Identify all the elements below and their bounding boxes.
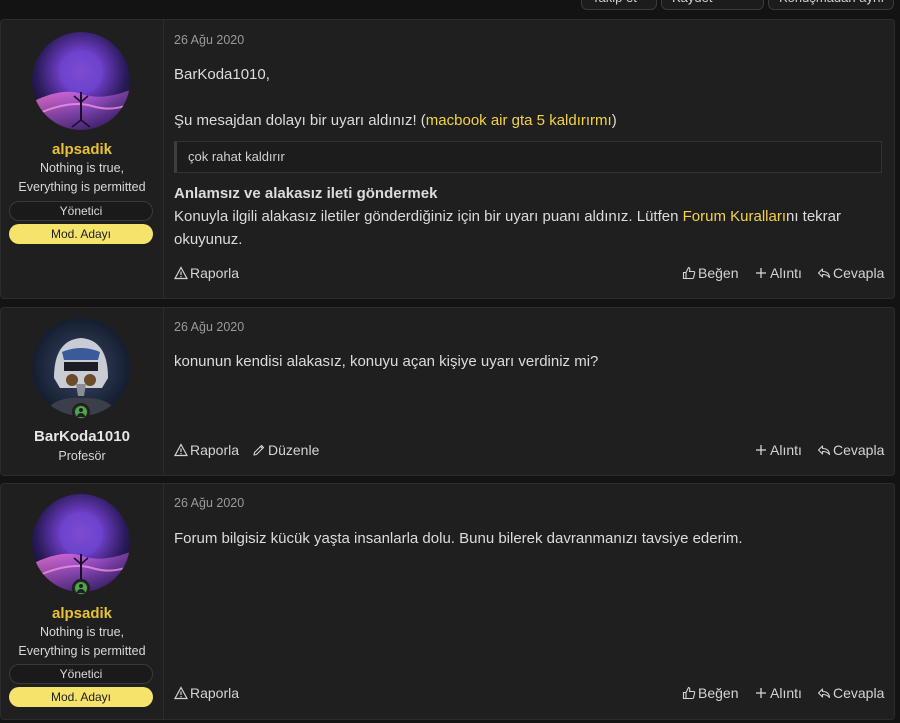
- warning-prefix: Şu mesajdan dolayı bir uyarı aldınız! (: [174, 112, 426, 129]
- username[interactable]: alpsadik: [1, 141, 163, 158]
- user-banner-badge: Mod. Adayı: [9, 687, 153, 707]
- quote-label: Alıntı: [770, 442, 802, 458]
- save-button[interactable]: Kaydet: [661, 0, 764, 10]
- quote-label: Alıntı: [770, 685, 802, 701]
- plus-icon: [756, 445, 766, 455]
- report-button[interactable]: Raporla: [174, 442, 239, 458]
- like-button[interactable]: Beğen: [682, 685, 738, 701]
- user-banner-badge: Mod. Adayı: [9, 224, 153, 244]
- user-title-line1: Profesör: [58, 449, 106, 463]
- avatar[interactable]: [32, 32, 130, 130]
- thread-toolbar: Takip et Kaydet Konuşmadan ayrıl: [0, 0, 900, 12]
- quote-button[interactable]: Alıntı: [754, 685, 802, 701]
- report-button[interactable]: Raporla: [174, 265, 239, 281]
- warning-reason-title: Anlamsız ve alakasız ileti göndermek: [174, 185, 438, 202]
- reply-icon: [817, 268, 831, 279]
- post-date[interactable]: 26 Ağu 2020: [174, 496, 244, 510]
- forum-rules-link[interactable]: Forum Kuralları: [683, 208, 786, 225]
- post-message: alpsadik Nothing is true, Everything is …: [0, 483, 895, 720]
- post-actions: Raporla Düzenle Alıntı Cevapla: [174, 442, 884, 462]
- reply-label: Cevapla: [833, 685, 885, 701]
- report-label: Raporla: [190, 685, 240, 701]
- user-title-line1: Nothing is true,: [39, 625, 125, 639]
- plus-icon: [756, 688, 766, 698]
- report-label: Raporla: [190, 442, 240, 458]
- user-role-badge: Yönetici: [9, 201, 153, 221]
- edit-button[interactable]: Düzenle: [252, 442, 319, 458]
- post-date[interactable]: 26 Ağu 2020: [174, 33, 244, 47]
- post-actions: Raporla Beğen Alıntı Cevapla: [174, 685, 884, 705]
- user-role-badge: Yönetici: [9, 664, 153, 684]
- warning-reason-text: Konuyla ilgili alakasız iletiler gönderd…: [174, 205, 882, 251]
- quoted-message: çok rahat kaldırır: [174, 141, 882, 173]
- post-body: konunun kendisi alakasız, konuyu açan ki…: [174, 353, 599, 370]
- edit-label: Düzenle: [268, 442, 320, 458]
- username[interactable]: alpsadik: [1, 605, 163, 622]
- post-body: Forum bilgisiz kücük yaşta insanlarla do…: [174, 530, 743, 547]
- reply-icon: [817, 688, 831, 699]
- post-message: BarKoda1010 Profesör 26 Ağu 2020 konunun…: [0, 307, 895, 476]
- post-date[interactable]: 26 Ağu 2020: [174, 320, 244, 334]
- user-title-line2: Everything is permitted: [18, 180, 146, 194]
- leave-conversation-button[interactable]: Konuşmadan ayrıl: [768, 0, 894, 10]
- greeting-text: BarKoda1010,: [174, 66, 270, 83]
- like-button[interactable]: Beğen: [682, 265, 738, 281]
- reply-label: Cevapla: [833, 265, 885, 281]
- post-message: alpsadik Nothing is true, Everything is …: [0, 19, 895, 299]
- warning-icon: [174, 686, 188, 700]
- reply-label: Cevapla: [833, 442, 885, 458]
- username[interactable]: BarKoda1010: [1, 428, 163, 445]
- reason-text-1: Konuyla ilgili alakasız iletiler gönderd…: [174, 208, 683, 225]
- follow-button[interactable]: Takip et: [581, 0, 657, 10]
- warning-icon: [174, 443, 188, 457]
- reply-icon: [817, 445, 831, 456]
- post-user-panel: BarKoda1010 Profesör: [1, 308, 164, 475]
- quote-button[interactable]: Alıntı: [754, 442, 802, 458]
- like-label: Beğen: [698, 265, 739, 281]
- post-user-panel: alpsadik Nothing is true, Everything is …: [1, 484, 164, 719]
- user-title-line2: Everything is permitted: [18, 644, 146, 658]
- report-label: Raporla: [190, 265, 240, 281]
- avatar[interactable]: [32, 318, 130, 416]
- thumbs-up-icon: [682, 266, 696, 280]
- reply-button[interactable]: Cevapla: [817, 442, 884, 458]
- warning-icon: [174, 266, 188, 280]
- plus-icon: [756, 268, 766, 278]
- avatar[interactable]: [32, 494, 130, 592]
- warning-suffix: ): [611, 112, 617, 129]
- reply-button[interactable]: Cevapla: [817, 685, 884, 701]
- pencil-icon: [253, 444, 265, 456]
- post-actions: Raporla Beğen Alıntı Cevapla: [174, 265, 884, 285]
- warning-line: Şu mesajdan dolayı bir uyarı aldınız! (m…: [174, 109, 882, 132]
- like-label: Beğen: [698, 685, 739, 701]
- reply-button[interactable]: Cevapla: [817, 265, 884, 281]
- thumbs-up-icon: [682, 686, 696, 700]
- quote-button[interactable]: Alıntı: [754, 265, 802, 281]
- quote-label: Alıntı: [770, 265, 802, 281]
- post-user-panel: alpsadik Nothing is true, Everything is …: [1, 20, 164, 298]
- user-title-line1: Nothing is true,: [39, 161, 125, 175]
- warned-thread-link[interactable]: macbook air gta 5 kaldırırmı: [426, 112, 612, 129]
- online-user-icon: [72, 579, 90, 597]
- online-user-icon: [72, 403, 90, 421]
- report-button[interactable]: Raporla: [174, 685, 239, 701]
